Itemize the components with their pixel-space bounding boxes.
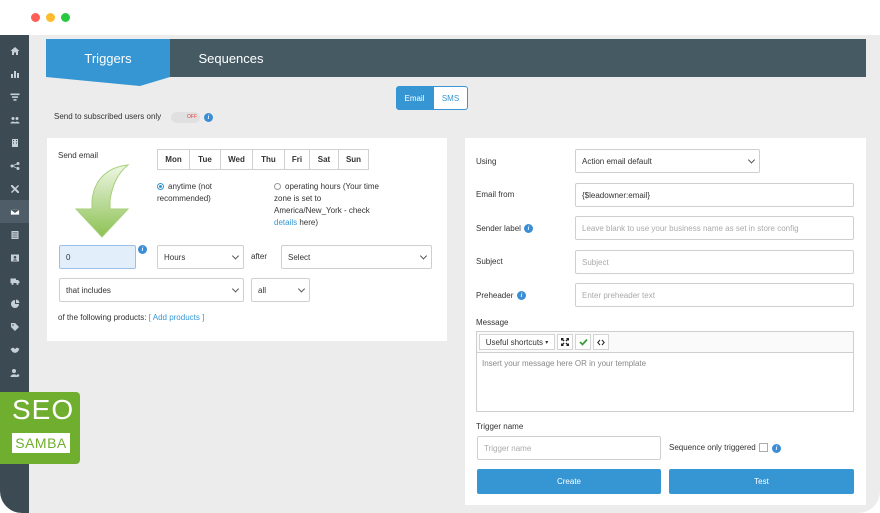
maximize-window-button[interactable]	[61, 13, 70, 22]
day-sat[interactable]: Sat	[310, 150, 339, 169]
tab-sequences[interactable]: Sequences	[170, 39, 292, 77]
app-window: Triggers Sequences Email SMS Send to sub…	[0, 0, 880, 513]
building-icon[interactable]	[0, 131, 29, 154]
handshake-icon[interactable]	[0, 338, 29, 361]
list-icon[interactable]	[0, 223, 29, 246]
sender-label-input[interactable]: Leave blank to use your business name as…	[575, 216, 854, 240]
users-icon[interactable]	[0, 108, 29, 131]
info-icon[interactable]: i	[524, 224, 533, 233]
subscribed-only-toggle[interactable]: OFF	[171, 112, 200, 123]
day-mon[interactable]: Mon	[158, 150, 190, 169]
anytime-option-text-2: recommended)	[157, 194, 211, 203]
products-line: of the following products: [ Add product…	[58, 313, 205, 322]
active-tab-pointer	[46, 77, 170, 86]
flow-icon[interactable]	[0, 154, 29, 177]
contact-icon[interactable]	[0, 246, 29, 269]
email-from-input[interactable]: {$leadowner:email}	[575, 183, 854, 207]
event-select[interactable]: Select	[281, 245, 432, 269]
info-icon[interactable]: i	[204, 113, 213, 122]
useful-shortcuts-dropdown[interactable]: Useful shortcuts ▾	[479, 334, 555, 350]
preheader-input[interactable]: Enter preheader text	[575, 283, 854, 307]
day-wed[interactable]: Wed	[221, 150, 253, 169]
home-icon[interactable]	[0, 39, 29, 62]
down-arrow-icon	[74, 164, 130, 238]
test-button[interactable]: Test	[669, 469, 854, 494]
tools-icon[interactable]	[0, 177, 29, 200]
sms-channel-button[interactable]: SMS	[433, 86, 468, 110]
tag-icon[interactable]	[0, 315, 29, 338]
spellcheck-icon[interactable]	[575, 334, 591, 350]
filter-icon[interactable]	[0, 85, 29, 108]
info-icon[interactable]: i	[138, 245, 147, 254]
info-icon[interactable]: i	[517, 291, 526, 300]
fullscreen-icon[interactable]	[557, 334, 573, 350]
operating-hours-text-1: operating hours (Your time	[285, 182, 379, 191]
send-email-label: Send email	[58, 151, 99, 160]
subscribed-only-label: Send to subscribed users only	[54, 112, 162, 121]
delay-unit-select[interactable]: Hours	[157, 245, 244, 269]
pie-icon[interactable]	[0, 292, 29, 315]
day-fri[interactable]: Fri	[285, 150, 310, 169]
after-label: after	[251, 252, 268, 261]
truck-icon[interactable]	[0, 269, 29, 292]
logo-seo-text: SEO	[12, 394, 75, 425]
sequence-only-label: Sequence only triggered	[669, 443, 756, 452]
user-settings-icon[interactable]	[0, 361, 29, 384]
minimize-window-button[interactable]	[46, 13, 55, 22]
email-from-label: Email from	[476, 190, 515, 199]
subject-input[interactable]: Subject	[575, 250, 854, 274]
operating-hours-text-2: zone is set to	[274, 194, 322, 203]
day-thu[interactable]: Thu	[253, 150, 285, 169]
message-editor[interactable]: Useful shortcuts ▾ Insert your message h…	[476, 331, 854, 412]
chart-icon[interactable]	[0, 62, 29, 85]
product-condition-select[interactable]: that includes	[59, 278, 244, 302]
weekday-selector: Mon Tue Wed Thu Fri Sat Sun	[157, 149, 369, 170]
sequence-only-checkbox[interactable]	[759, 443, 768, 452]
operating-hours-text-3: America/New_York - check	[274, 206, 370, 215]
create-button[interactable]: Create	[477, 469, 661, 494]
using-label: Using	[476, 157, 497, 166]
product-scope-select[interactable]: all	[251, 278, 310, 302]
delay-amount-input[interactable]: 0	[59, 245, 136, 269]
using-select[interactable]: Action email default	[575, 149, 760, 173]
tab-triggers[interactable]: Triggers	[46, 39, 170, 77]
anytime-radio[interactable]	[157, 183, 164, 190]
logo-samba-text: SAMBA	[12, 433, 70, 453]
trigger-name-input[interactable]: Trigger name	[477, 436, 661, 460]
subject-label: Subject	[476, 257, 503, 266]
title-bar	[0, 0, 880, 35]
operating-hours-text-4: details here)	[274, 218, 319, 227]
info-icon[interactable]: i	[772, 444, 781, 453]
seo-samba-logo: SEO SAMBA	[0, 392, 80, 464]
close-window-button[interactable]	[31, 13, 40, 22]
toggle-state-text: OFF	[187, 114, 197, 120]
envelope-icon[interactable]	[0, 200, 29, 223]
preheader-label: Preheader	[476, 291, 514, 300]
day-tue[interactable]: Tue	[190, 150, 221, 169]
editor-toolbar: Useful shortcuts ▾	[477, 332, 853, 353]
trigger-name-label: Trigger name	[476, 422, 524, 431]
email-channel-button[interactable]: Email	[396, 86, 433, 110]
message-placeholder: Insert your message here OR in your temp…	[482, 359, 647, 368]
sender-label-label: Sender label	[476, 224, 521, 233]
code-view-icon[interactable]	[593, 334, 609, 350]
message-label: Message	[476, 318, 509, 327]
operating-hours-radio[interactable]	[274, 183, 281, 190]
add-products-link[interactable]: [ Add products ]	[149, 313, 205, 322]
day-sun[interactable]: Sun	[339, 150, 368, 169]
timezone-details-link[interactable]: details	[274, 218, 297, 227]
anytime-option-text: anytime (not	[168, 182, 213, 191]
